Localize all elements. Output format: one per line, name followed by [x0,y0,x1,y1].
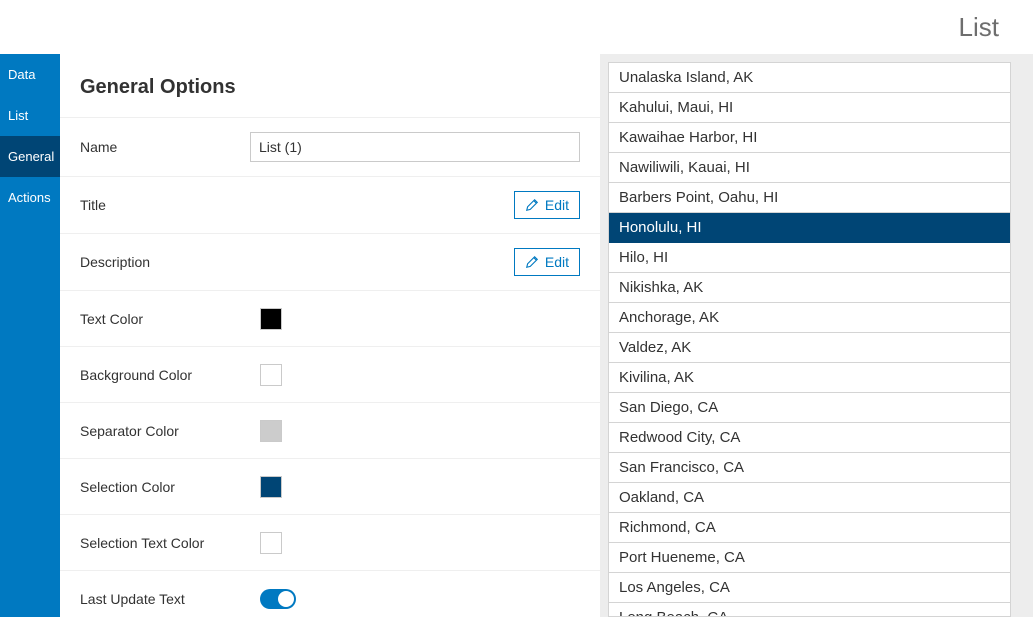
background-color-label: Background Color [80,367,260,383]
row-name: Name [60,117,600,176]
toggle-knob [278,591,294,607]
list-item[interactable]: Kawaihae Harbor, HI [609,123,1010,153]
row-text-color: Text Color [60,290,600,346]
pencil-icon [525,255,539,269]
edit-description-label: Edit [545,254,569,270]
list-item[interactable]: Long Beach, CA [609,603,1010,617]
list-item[interactable]: Hilo, HI [609,243,1010,273]
row-separator-color: Separator Color [60,402,600,458]
list-item[interactable]: Valdez, AK [609,333,1010,363]
name-input[interactable] [250,132,580,162]
row-description: Description Edit [60,233,600,290]
preview-panel: Unalaska Island, AKKahului, Maui, HIKawa… [600,54,1033,617]
last-update-toggle[interactable] [260,589,296,609]
sidebar-item-actions[interactable]: Actions [0,177,60,218]
separator-color-label: Separator Color [80,423,260,439]
list-item[interactable]: San Francisco, CA [609,453,1010,483]
list-item[interactable]: Redwood City, CA [609,423,1010,453]
list-item[interactable]: Nawiliwili, Kauai, HI [609,153,1010,183]
list-item[interactable]: Kivilina, AK [609,363,1010,393]
list-item[interactable]: Honolulu, HI [609,213,1010,243]
separator-color-swatch[interactable] [260,420,282,442]
list-item[interactable]: Oakland, CA [609,483,1010,513]
text-color-label: Text Color [80,311,260,327]
title-label: Title [80,197,260,213]
selection-text-color-swatch[interactable] [260,532,282,554]
sidebar-item-data[interactable]: Data [0,54,60,95]
sidebar-item-list[interactable]: List [0,95,60,136]
list-item[interactable]: Richmond, CA [609,513,1010,543]
background-color-swatch[interactable] [260,364,282,386]
selection-color-label: Selection Color [80,479,260,495]
list-item[interactable]: Barbers Point, Oahu, HI [609,183,1010,213]
list-item[interactable]: Kahului, Maui, HI [609,93,1010,123]
config-panel: General Options Name Title Edit Descript… [60,54,600,617]
list-item[interactable]: Anchorage, AK [609,303,1010,333]
list-item[interactable]: Port Hueneme, CA [609,543,1010,573]
sidebar: Data List General Actions [0,54,60,617]
list-item[interactable]: Nikishka, AK [609,273,1010,303]
last-update-label: Last Update Text [80,591,260,607]
row-background-color: Background Color [60,346,600,402]
pencil-icon [525,198,539,212]
list-item[interactable]: Unalaska Island, AK [609,63,1010,93]
edit-description-button[interactable]: Edit [514,248,580,276]
list-item[interactable]: San Diego, CA [609,393,1010,423]
preview-list[interactable]: Unalaska Island, AKKahului, Maui, HIKawa… [608,62,1011,617]
row-selection-color: Selection Color [60,458,600,514]
description-label: Description [80,254,260,270]
text-color-swatch[interactable] [260,308,282,330]
selection-color-swatch[interactable] [260,476,282,498]
list-item[interactable]: Los Angeles, CA [609,573,1010,603]
header: List [0,0,1033,54]
sidebar-item-general[interactable]: General [0,136,60,177]
row-last-update: Last Update Text [60,570,600,617]
name-label: Name [80,139,250,155]
selection-text-color-label: Selection Text Color [80,535,260,551]
page-title: List [959,12,999,43]
row-selection-text-color: Selection Text Color [60,514,600,570]
config-heading: General Options [60,54,600,117]
edit-title-button[interactable]: Edit [514,191,580,219]
main: Data List General Actions General Option… [0,54,1033,617]
edit-title-label: Edit [545,197,569,213]
row-title: Title Edit [60,176,600,233]
